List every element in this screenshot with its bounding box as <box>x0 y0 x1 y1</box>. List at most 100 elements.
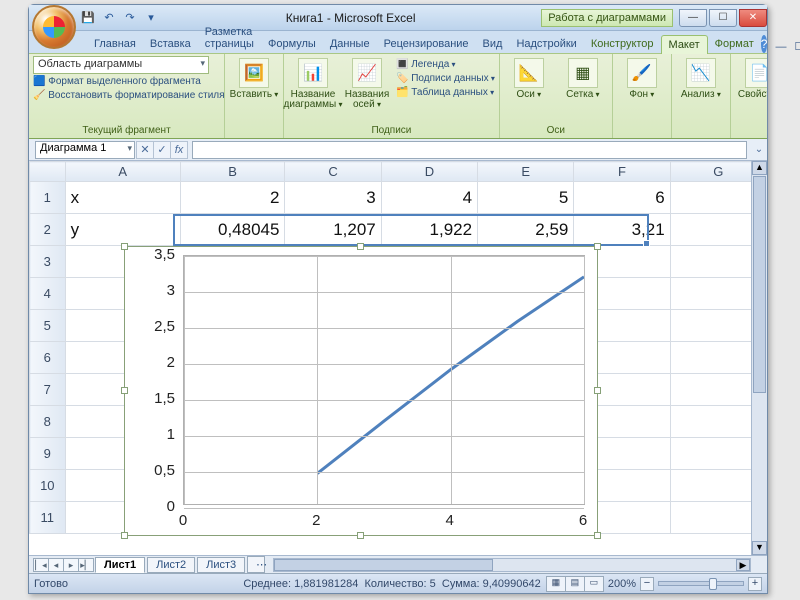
cell[interactable]: x <box>65 182 180 214</box>
redo-icon[interactable]: ↷ <box>121 9 139 27</box>
expand-formula-bar-icon[interactable]: ⌄ <box>751 144 767 155</box>
cmd-analysis[interactable]: 📉 Анализ <box>676 56 726 100</box>
cell[interactable]: 2 <box>180 182 285 214</box>
row-header[interactable]: 2 <box>30 214 66 246</box>
cell[interactable]: 1,922 <box>381 214 477 246</box>
confirm-edit-icon[interactable]: ✓ <box>153 141 171 159</box>
tab-data[interactable]: Данные <box>323 35 377 53</box>
window-close-button[interactable]: ✕ <box>739 9 767 27</box>
tab-insert[interactable]: Вставка <box>143 35 198 53</box>
cancel-edit-icon[interactable]: ✕ <box>136 141 154 159</box>
cell[interactable]: 0,48045 <box>180 214 285 246</box>
tab-layout[interactable]: Макет <box>661 35 708 54</box>
zoom-out-button[interactable]: − <box>640 577 654 591</box>
formula-input[interactable] <box>192 141 747 159</box>
window-minimize-button[interactable]: — <box>679 9 707 27</box>
row-header[interactable]: 6 <box>30 342 66 374</box>
sheet-nav-prev[interactable]: ◂ <box>48 558 64 572</box>
cmd-reset-style[interactable]: 🧹 Восстановить форматирование стиля <box>33 89 220 102</box>
cmd-axis-titles[interactable]: 📈 Названия осей <box>342 56 392 110</box>
col-header[interactable]: D <box>381 162 477 182</box>
cmd-gridlines[interactable]: ▦ Сетка <box>558 56 608 100</box>
row-header[interactable]: 4 <box>30 278 66 310</box>
fx-icon[interactable]: fx <box>170 141 188 159</box>
view-page-break-icon[interactable]: ▭ <box>584 576 604 592</box>
cell[interactable]: 4 <box>381 182 477 214</box>
tab-view[interactable]: Вид <box>476 35 510 53</box>
select-all-corner[interactable] <box>30 162 66 182</box>
window-maximize-button[interactable]: ☐ <box>709 9 737 27</box>
row-header[interactable]: 3 <box>30 246 66 278</box>
qat-customize-icon[interactable]: ▾ <box>142 9 160 27</box>
undo-icon[interactable]: ↶ <box>100 9 118 27</box>
scroll-up-icon[interactable]: ▲ <box>752 161 767 175</box>
cmd-insert[interactable]: 🖼️ Вставить <box>229 56 279 100</box>
cmd-chart-title[interactable]: 📊 Название диаграммы <box>288 56 338 110</box>
doc-restore-button[interactable]: ☐ <box>790 40 800 53</box>
col-header[interactable]: A <box>65 162 180 182</box>
col-header[interactable]: B <box>180 162 285 182</box>
scroll-right-icon[interactable]: ▶ <box>736 559 750 571</box>
sheet-tab-new[interactable]: ⋯ <box>247 556 265 573</box>
sheet-nav-first[interactable]: ▏◂ <box>33 558 49 572</box>
view-normal-icon[interactable]: ▦ <box>546 576 566 592</box>
cmd-legend[interactable]: 🔳 Легенда <box>396 58 495 71</box>
office-button[interactable] <box>32 5 76 49</box>
cell[interactable]: 3 <box>285 182 381 214</box>
doc-minimize-button[interactable]: — <box>771 41 790 53</box>
sheet-tab[interactable]: Лист1 <box>95 557 145 573</box>
vertical-scrollbar[interactable]: ▲ ▼ <box>751 161 767 555</box>
tab-addins[interactable]: Надстройки <box>509 35 583 53</box>
tab-page-layout[interactable]: Разметка страницы <box>198 23 261 53</box>
tab-format[interactable]: Формат <box>708 35 761 53</box>
group-label: Текущий фрагмент <box>33 124 220 138</box>
zoom-slider[interactable] <box>658 581 744 586</box>
chart-plot-area[interactable] <box>183 255 585 505</box>
sheet-tab[interactable]: Лист3 <box>197 557 245 573</box>
row-header[interactable]: 11 <box>30 502 66 534</box>
row-header[interactable]: 7 <box>30 374 66 406</box>
row-header[interactable]: 10 <box>30 470 66 502</box>
save-icon[interactable]: 💾 <box>79 9 97 27</box>
col-header[interactable]: F <box>574 162 670 182</box>
zoom-level[interactable]: 200% <box>608 578 636 590</box>
cmd-properties[interactable]: 📄 Свойства <box>735 56 767 100</box>
view-page-layout-icon[interactable]: ▤ <box>565 576 585 592</box>
zoom-in-button[interactable]: + <box>748 577 762 591</box>
scroll-thumb[interactable] <box>753 176 766 393</box>
tab-review[interactable]: Рецензирование <box>377 35 476 53</box>
cell[interactable]: 5 <box>478 182 574 214</box>
embedded-chart[interactable]: 00,511,522,533,50246 <box>124 246 598 536</box>
row-header[interactable]: 5 <box>30 310 66 342</box>
tab-home[interactable]: Главная <box>87 35 143 53</box>
row-header[interactable]: 1 <box>30 182 66 214</box>
worksheet-grid[interactable]: A B C D E F G 1x234562y0,480451,2071,922… <box>29 161 767 555</box>
cell[interactable]: 2,59 <box>478 214 574 246</box>
zoom-slider-knob[interactable] <box>709 578 717 590</box>
chart-element-selector[interactable]: Область диаграммы <box>33 56 209 74</box>
horizontal-scrollbar[interactable]: ◀ ▶ <box>273 558 751 572</box>
scroll-thumb[interactable] <box>274 559 493 571</box>
row-header[interactable]: 8 <box>30 406 66 438</box>
chart-series-line <box>184 256 584 508</box>
tab-formulas[interactable]: Формулы <box>261 35 323 53</box>
cell[interactable]: 3,21 <box>574 214 670 246</box>
cmd-data-table[interactable]: 🗂️ Таблица данных <box>396 86 495 99</box>
cmd-axes[interactable]: 📐 Оси <box>504 56 554 100</box>
sheet-tab[interactable]: Лист2 <box>147 557 195 573</box>
sheet-nav-last[interactable]: ▸▏ <box>78 558 94 572</box>
cell[interactable]: 1,207 <box>285 214 381 246</box>
scroll-down-icon[interactable]: ▼ <box>752 541 767 555</box>
cell[interactable]: 6 <box>574 182 670 214</box>
cmd-data-labels[interactable]: 🏷️ Подписи данных <box>396 72 495 85</box>
tab-design[interactable]: Конструктор <box>584 35 661 53</box>
cell[interactable]: y <box>65 214 180 246</box>
cmd-format-selection[interactable]: 🟦 Формат выделенного фрагмента <box>33 75 220 88</box>
sheet-nav-next[interactable]: ▸ <box>63 558 79 572</box>
col-header[interactable]: E <box>478 162 574 182</box>
cmd-background[interactable]: 🖌️ Фон <box>617 56 667 100</box>
col-header[interactable]: C <box>285 162 381 182</box>
help-icon[interactable]: ? <box>761 35 768 53</box>
row-header[interactable]: 9 <box>30 438 66 470</box>
name-box[interactable]: Диаграмма 1 <box>35 141 135 159</box>
